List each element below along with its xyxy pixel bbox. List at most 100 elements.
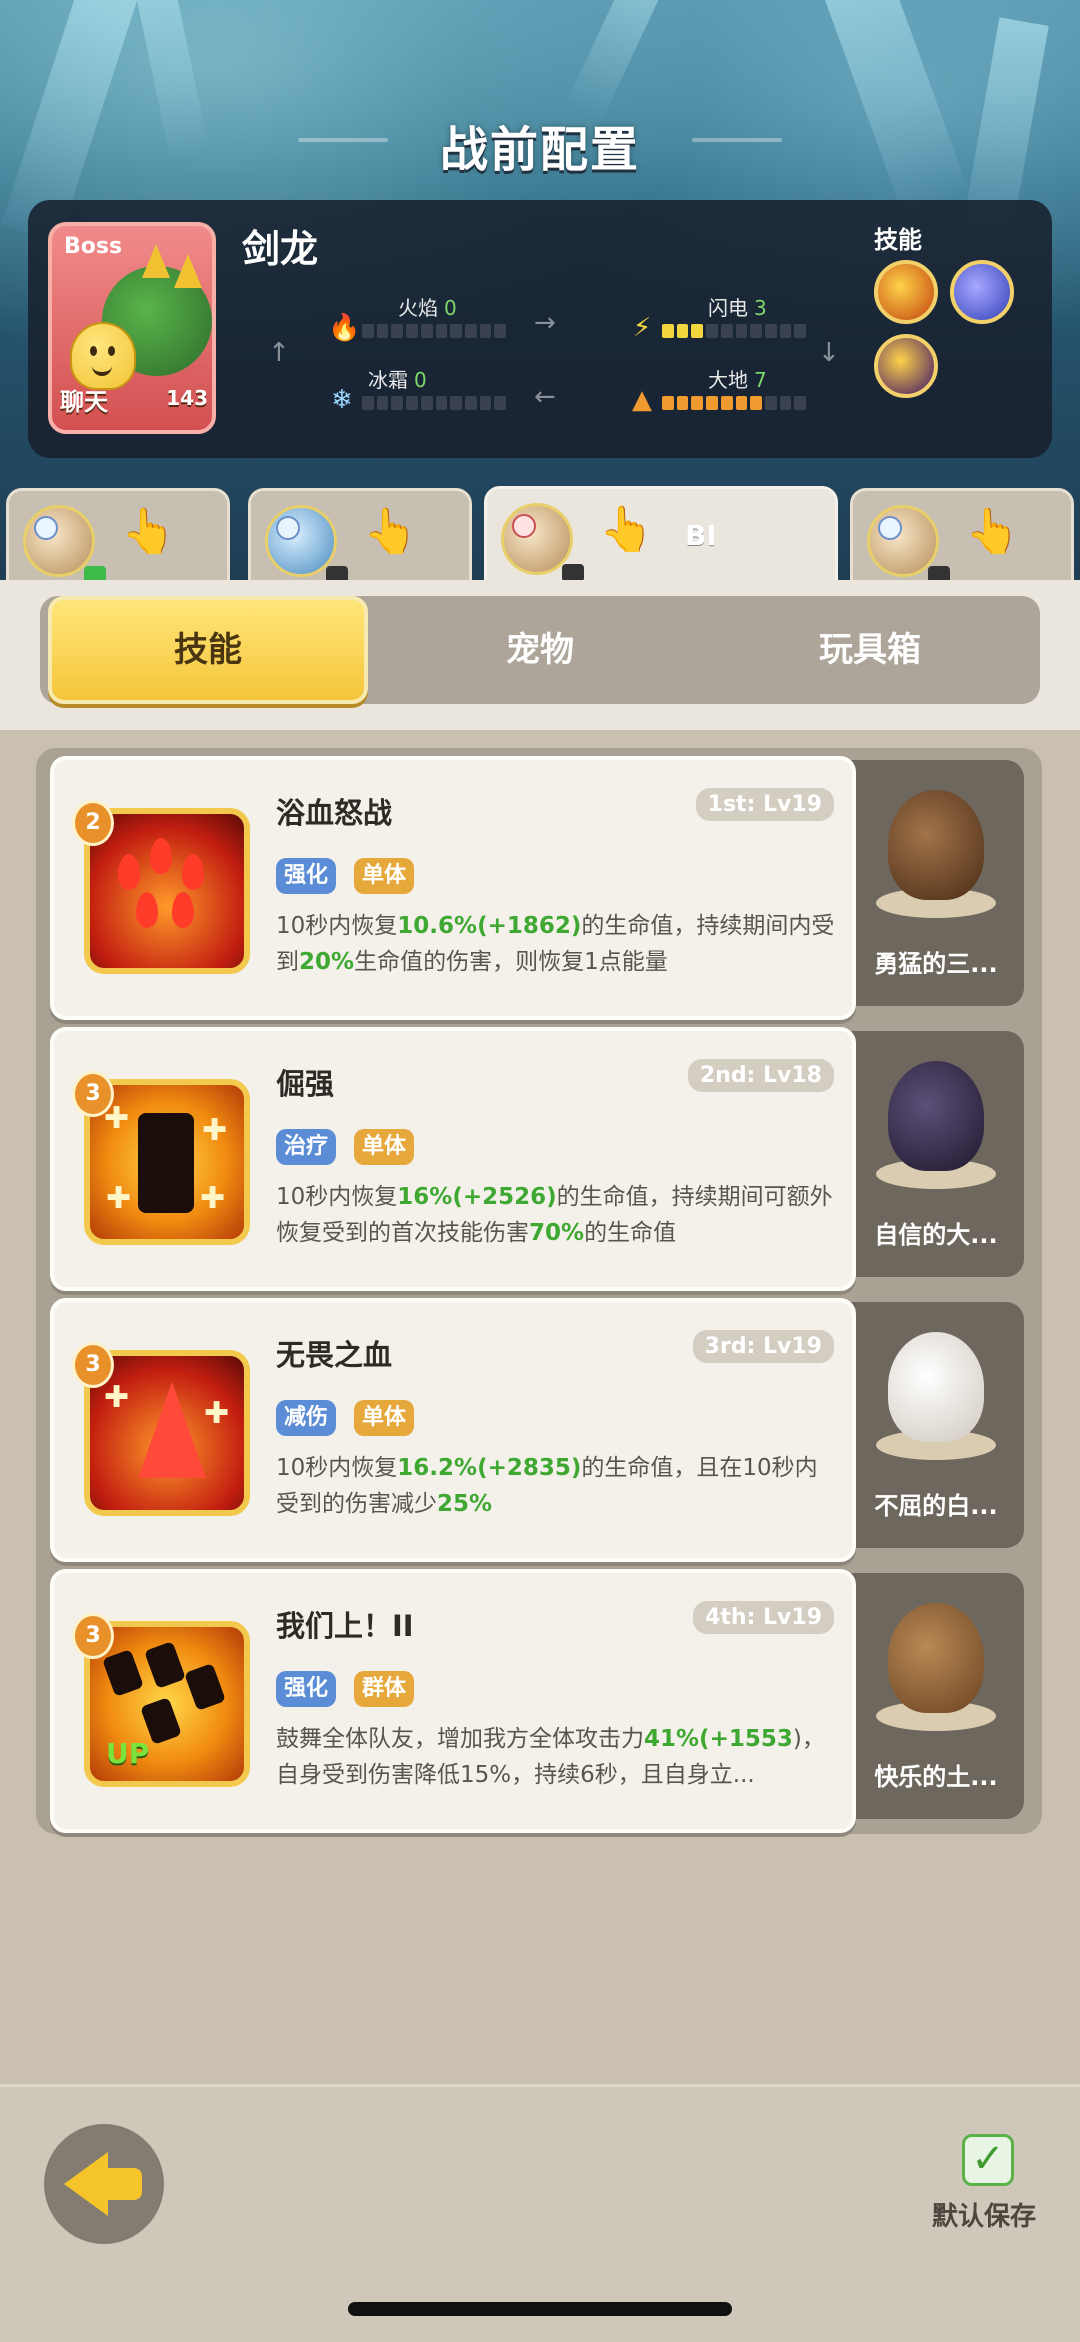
element-earth-value: 7 [754,368,767,392]
skill-description: 10秒内恢复16.2%(+2835)的生命值，且在10秒内受到的伤害减少25% [276,1455,818,1517]
boss-skill-dark-icon[interactable] [874,334,938,398]
pet-avatar-icon [888,1332,984,1442]
hand-tap-icon: 👆 [965,506,1020,557]
skill-rank-badge: 2 [72,800,114,846]
pet-card[interactable]: 快乐的土... [848,1573,1024,1819]
bar-segment [362,396,374,410]
bar-segment [479,324,492,338]
skill-rank-badge: 3 [72,1342,114,1388]
skill-name: 我们上！II [276,1609,414,1643]
bar-segment [435,324,448,338]
bar-segment [706,396,718,410]
element-lightning-bar [662,324,807,338]
skill-name: 倔强 [276,1067,335,1101]
character-avatar [867,505,950,584]
crystal-decoration [821,0,969,215]
char-tab-2[interactable]: 👆 [248,488,472,584]
pet-card[interactable]: 勇猛的三... [848,760,1024,1006]
skill-tag: 治疗 [276,1129,337,1165]
bar-segment [662,324,674,338]
boss-name: 剑龙 [242,227,319,271]
home-indicator [348,2302,732,2316]
skill-description: 10秒内恢复16%(+2526)的生命值，持续期间可额外恢复受到的首次技能伤害7… [276,1184,833,1246]
skill-tag: 单体 [354,858,415,894]
bar-segment [691,324,704,338]
element-frost: 冰霜 0 ❄ [328,364,528,424]
element-fire-label: 火焰 [398,296,438,320]
default-save-label[interactable]: 默认保存 [932,2196,1036,2233]
bar-segment [362,324,374,338]
class-badge-icon [878,516,902,540]
bar-segment [764,324,777,338]
dragon-spike-icon [142,244,170,278]
bar-segment [376,396,389,410]
character-avatar [501,503,584,582]
skill-card[interactable]: 2 浴血怒战 1st: Lv19 强化 单体 10秒内恢复10.6%(+1862… [50,756,856,1020]
skill-card[interactable]: UP 3 我们上！II 4th: Lv19 强化 群体 鼓舞全体队友，增加我方全… [50,1569,856,1833]
bar-segment [794,324,807,338]
char-tab-1[interactable]: 👆 [6,488,230,584]
bar-segment [420,324,433,338]
chat-label[interactable]: 聊天 [60,382,108,417]
class-badge-icon [276,516,300,540]
back-button[interactable] [44,2124,164,2244]
cycle-arrow-icon: ↑ [268,338,290,368]
bar-segment [691,396,704,410]
class-badge-icon [34,516,58,540]
tab-pets[interactable]: 宠物 [380,596,700,704]
pet-avatar-icon [888,790,984,900]
skill-tag: 单体 [354,1400,415,1436]
skill-tag: 强化 [276,858,337,894]
mountain-icon: ▲ [632,385,652,415]
bar-segment [450,324,462,338]
char-tab-4[interactable]: 👆 [850,488,1074,584]
skill-card[interactable]: ✚ ✚ 3 无畏之血 3rd: Lv19 减伤 单体 10秒内恢复16.2%(+… [50,1298,856,1562]
bar-segment [794,396,807,410]
pet-name: 勇猛的三... [874,950,998,978]
pet-name: 快乐的土... [874,1763,998,1791]
upgrade-tag: UP [106,1737,150,1770]
skill-level: 3rd: Lv19 [692,1330,834,1363]
hand-tap-icon: 👆 [599,504,654,555]
skill-card[interactable]: ✚ ✚ ✚ ✚ 3 倔强 2nd: Lv18 治疗 单体 10秒内恢复16%(+… [50,1027,856,1291]
skill-rank-badge: 3 [72,1613,114,1659]
fire-icon: 🔥 [328,313,361,343]
boss-power: 143 [166,386,208,410]
pet-card[interactable]: 自信的大... [848,1031,1024,1277]
class-badge-icon [512,514,536,538]
bar-segment [662,396,674,410]
bar-segment [494,396,507,410]
boss-portrait[interactable]: Boss 聊天 143 [48,222,216,434]
boss-skill-fire-icon[interactable] [874,260,938,324]
pet-card[interactable]: 不屈的白... [848,1302,1024,1548]
hand-tap-icon: 👆 [121,506,176,557]
cycle-arrow-icon: ← [534,382,556,412]
element-lightning: 闪电 3 ⚡ [628,292,828,352]
hand-tap-icon: 👆 [363,506,418,557]
character-avatar [265,505,348,584]
tab-skills[interactable]: 技能 [48,596,368,704]
tab-toybox[interactable]: 玩具箱 [710,596,1030,704]
bar-segment [420,396,433,410]
element-earth-bar [662,396,807,410]
bar-segment [376,324,389,338]
skill-tag: 强化 [276,1671,337,1707]
skill-description: 10秒内恢复10.6%(+1862)的生命值，持续期间内受到20%生命值的伤害，… [276,913,835,975]
boss-skill-lightning-icon[interactable] [950,260,1014,324]
bar-segment [406,396,418,410]
boss-info-panel: Boss 聊天 143 剑龙 火焰 0 🔥 闪电 3 ⚡ 冰霜 0 ❄ 大地 7 ▲ ↑… [28,200,1052,458]
chat-emoji-icon[interactable] [70,322,136,390]
dragon-spike-icon [174,254,202,288]
skill-name: 无畏之血 [276,1338,393,1372]
checkbox-icon[interactable]: ✓ [962,2134,1014,2186]
bar-segment [676,396,689,410]
character-avatar [23,505,106,584]
element-lightning-label: 闪电 [708,296,748,320]
bar-segment [676,324,689,338]
back-arrow-tail [102,2168,142,2200]
bar-segment [720,324,733,338]
element-earth-label: 大地 [708,368,748,392]
bar-segment [450,396,462,410]
char-tab-3[interactable]: 👆 BI [484,486,838,586]
menu-tab-bar: 技能 宠物 玩具箱 [40,596,1040,704]
